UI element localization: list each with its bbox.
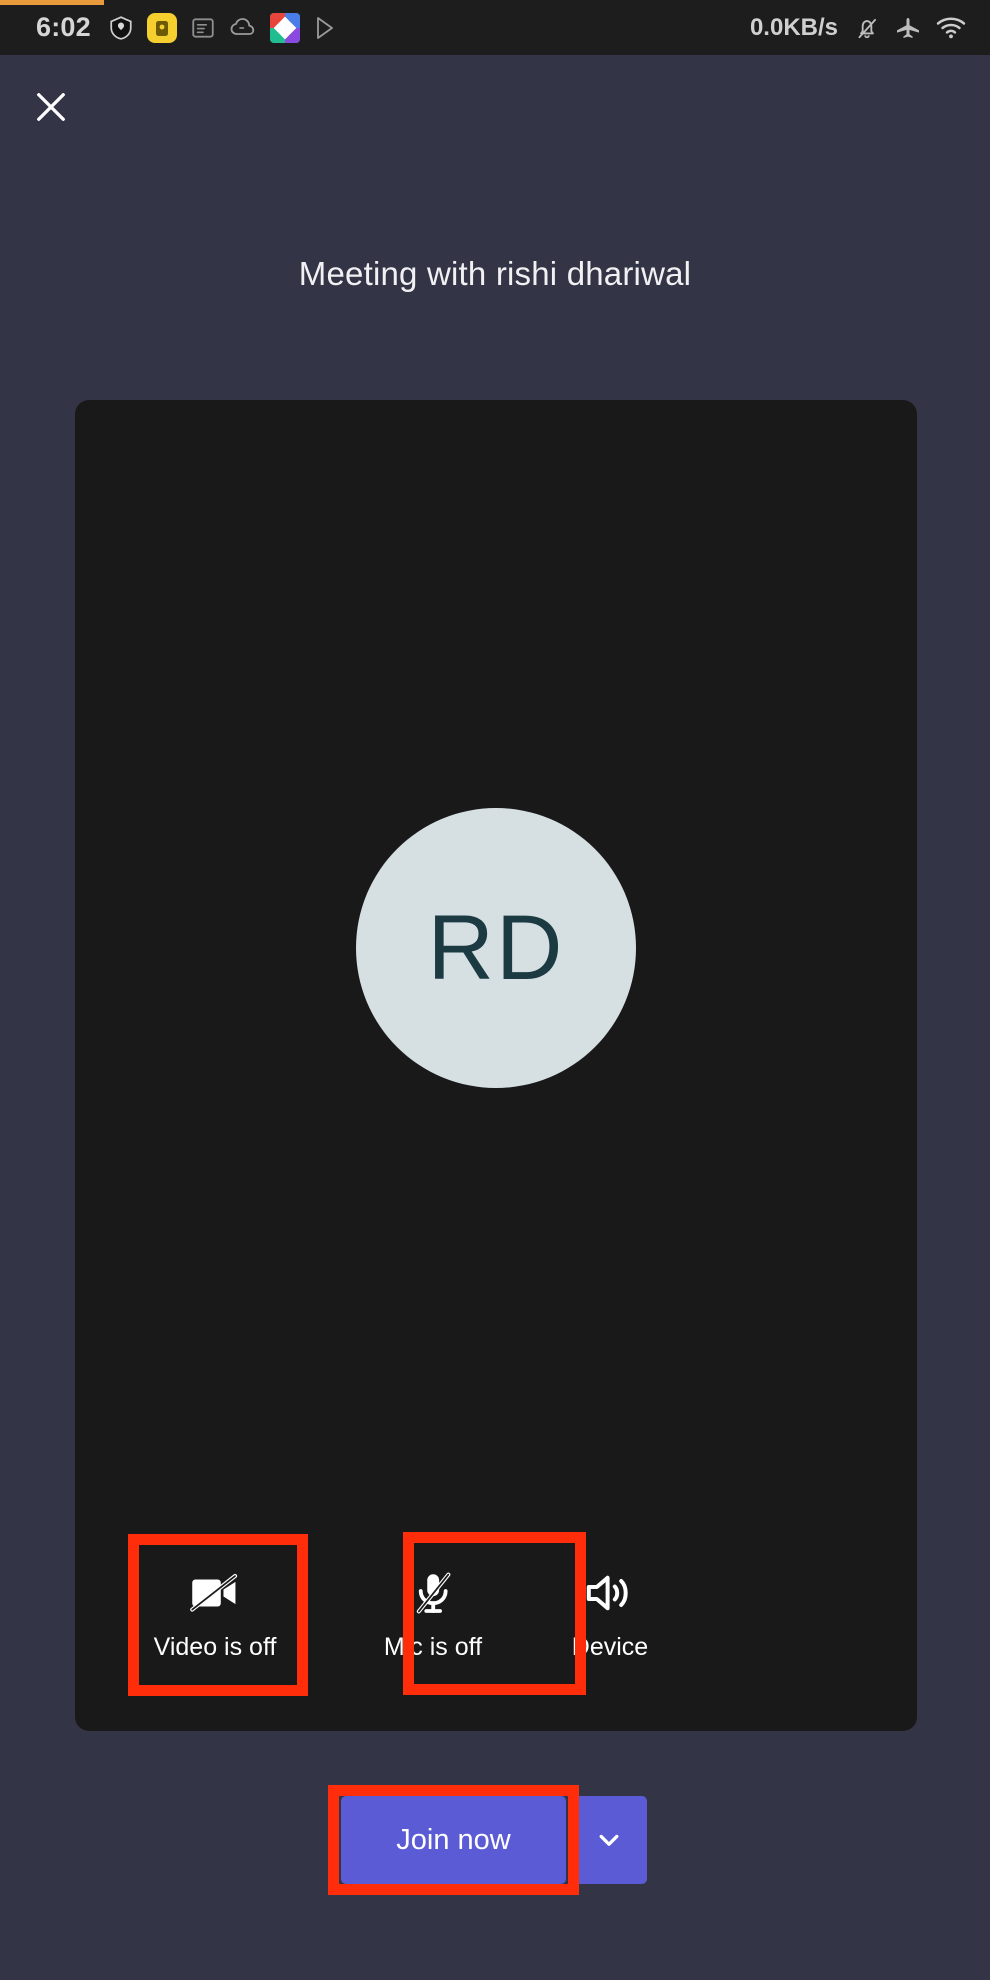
top-progress-indicator — [0, 0, 104, 5]
close-button[interactable] — [22, 78, 80, 136]
android-status-bar: 6:02 0.0KB/s — [0, 0, 990, 55]
speaker-icon — [584, 1569, 636, 1617]
mic-toggle-button[interactable]: Mic is off — [358, 1555, 508, 1674]
network-speed-label: 0.0KB/s — [749, 13, 838, 41]
airplane-mode-icon — [894, 15, 922, 41]
video-off-icon — [188, 1569, 242, 1617]
mic-off-icon — [411, 1569, 455, 1617]
colorful-app-icon — [269, 12, 300, 43]
wifi-icon — [936, 16, 966, 40]
close-icon — [37, 93, 65, 121]
video-toggle-button[interactable]: Video is off — [140, 1555, 290, 1674]
status-bar-clock: 6:02 — [36, 12, 91, 42]
chevron-down-icon — [599, 1834, 619, 1846]
device-label: Device — [571, 1633, 649, 1661]
preview-controls-bar: Video is off Mic is off Device — [75, 1541, 917, 1731]
join-now-button[interactable]: Join now — [341, 1796, 566, 1884]
join-meeting-screen: 6:02 0.0KB/s Meeting with rishi dhariwal… — [0, 0, 990, 1980]
join-options-dropdown-button[interactable] — [571, 1796, 647, 1884]
yellow-app-icon — [146, 12, 177, 43]
device-button[interactable]: Device — [535, 1555, 685, 1674]
video-toggle-label: Video is off — [153, 1633, 277, 1661]
video-preview-panel: RD Video is off Mic is off Device — [75, 400, 917, 1731]
play-store-icon — [313, 15, 337, 41]
bell-muted-icon — [854, 15, 880, 41]
cloud-icon — [229, 16, 257, 40]
shield-icon — [108, 15, 134, 41]
avatar: RD — [356, 808, 636, 1088]
status-bar-left-group: 6:02 — [36, 12, 337, 43]
page-title: Meeting with rishi dhariwal — [298, 255, 692, 292]
join-actions-row: Join now — [341, 1796, 647, 1884]
status-bar-right-group: 0.0KB/s — [750, 14, 966, 42]
mic-toggle-label: Mic is off — [383, 1633, 483, 1661]
document-app-icon — [190, 15, 216, 41]
avatar-initials: RD — [427, 896, 565, 999]
